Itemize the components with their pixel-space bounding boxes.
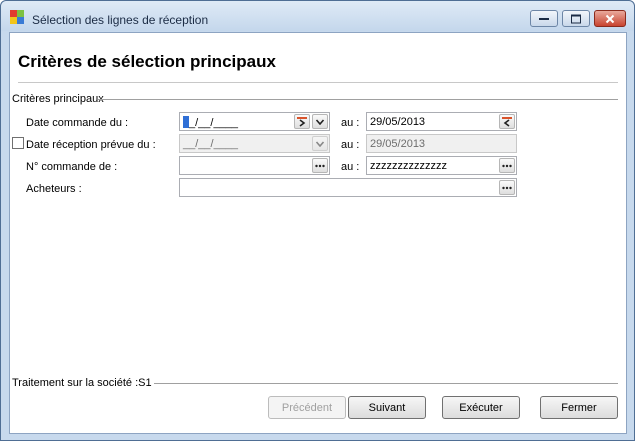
date-reception-to-label: au : [341,139,360,151]
precedent-button[interactable]: Précédent [268,396,346,419]
acheteurs-browse-button[interactable] [499,180,515,195]
num-commande-to-field[interactable]: zzzzzzzzzzzzzz [366,156,517,175]
criteria-group-label: Critères principaux [12,93,106,105]
date-reception-label: Date réception prévue du : [26,139,156,151]
page-title: Critères de sélection principaux [18,52,276,71]
date-commande-to-field[interactable]: 29/05/2013 [366,112,517,131]
societe-label: Traitement sur la société :S1 [12,377,154,389]
maximize-button[interactable] [562,10,590,27]
close-icon [605,14,615,23]
date-commande-from-dropdown-button[interactable] [312,114,328,129]
num-commande-to-label: au : [341,161,360,173]
ellipsis-icon [315,164,325,167]
ellipsis-icon [502,164,512,167]
date-reception-to-value: 29/05/2013 [370,138,426,150]
chevron-down-icon [315,118,325,125]
date-commande-to-button[interactable] [499,114,515,129]
date-reception-to-field[interactable]: 29/05/2013 [366,134,517,153]
date-reception-from-value: __/__/____ [183,138,239,150]
date-commande-to-label: au : [341,117,360,129]
date-reception-checkbox[interactable] [12,137,24,149]
executer-button[interactable]: Exécuter [442,396,520,419]
window-title: Sélection des lignes de réception [32,13,209,27]
minimize-button[interactable] [530,10,558,27]
num-commande-from-browse-button[interactable] [312,158,328,173]
acheteurs-label: Acheteurs : [26,183,82,195]
date-commande-from-value: _/__/____ [183,116,238,129]
date-commande-to-value: 29/05/2013 [370,116,426,128]
maximize-icon [571,14,581,23]
criteria-group-divider [98,99,618,100]
date-commande-from-field[interactable]: _/__/____ [179,112,330,131]
num-commande-from-field[interactable] [179,156,330,175]
close-button[interactable] [594,10,626,27]
chevron-left-icon [502,116,512,127]
app-icon [10,10,24,24]
num-commande-label: N° commande de : [26,161,118,173]
ellipsis-icon [502,186,512,189]
title-bar[interactable]: Sélection des lignes de réception [1,1,634,31]
chevron-right-icon [297,116,307,127]
heading-divider [18,82,618,83]
dialog-window: Sélection des lignes de réception Critèr… [0,0,635,441]
num-commande-to-value: zzzzzzzzzzzzzz [370,160,447,172]
suivant-button[interactable]: Suivant [348,396,426,419]
date-commande-from-prev-button[interactable] [294,114,310,129]
dialog-content: Critères de sélection principaux Critère… [9,32,627,434]
minimize-icon [539,17,549,20]
acheteurs-field[interactable] [179,178,517,197]
date-reception-from-field[interactable]: __/__/____ [179,134,330,153]
num-commande-to-browse-button[interactable] [499,158,515,173]
date-commande-label: Date commande du : [26,117,129,129]
chevron-down-icon [315,140,325,147]
fermer-button[interactable]: Fermer [540,396,618,419]
date-reception-from-dropdown-button[interactable] [312,136,328,151]
footer-divider [154,383,618,384]
